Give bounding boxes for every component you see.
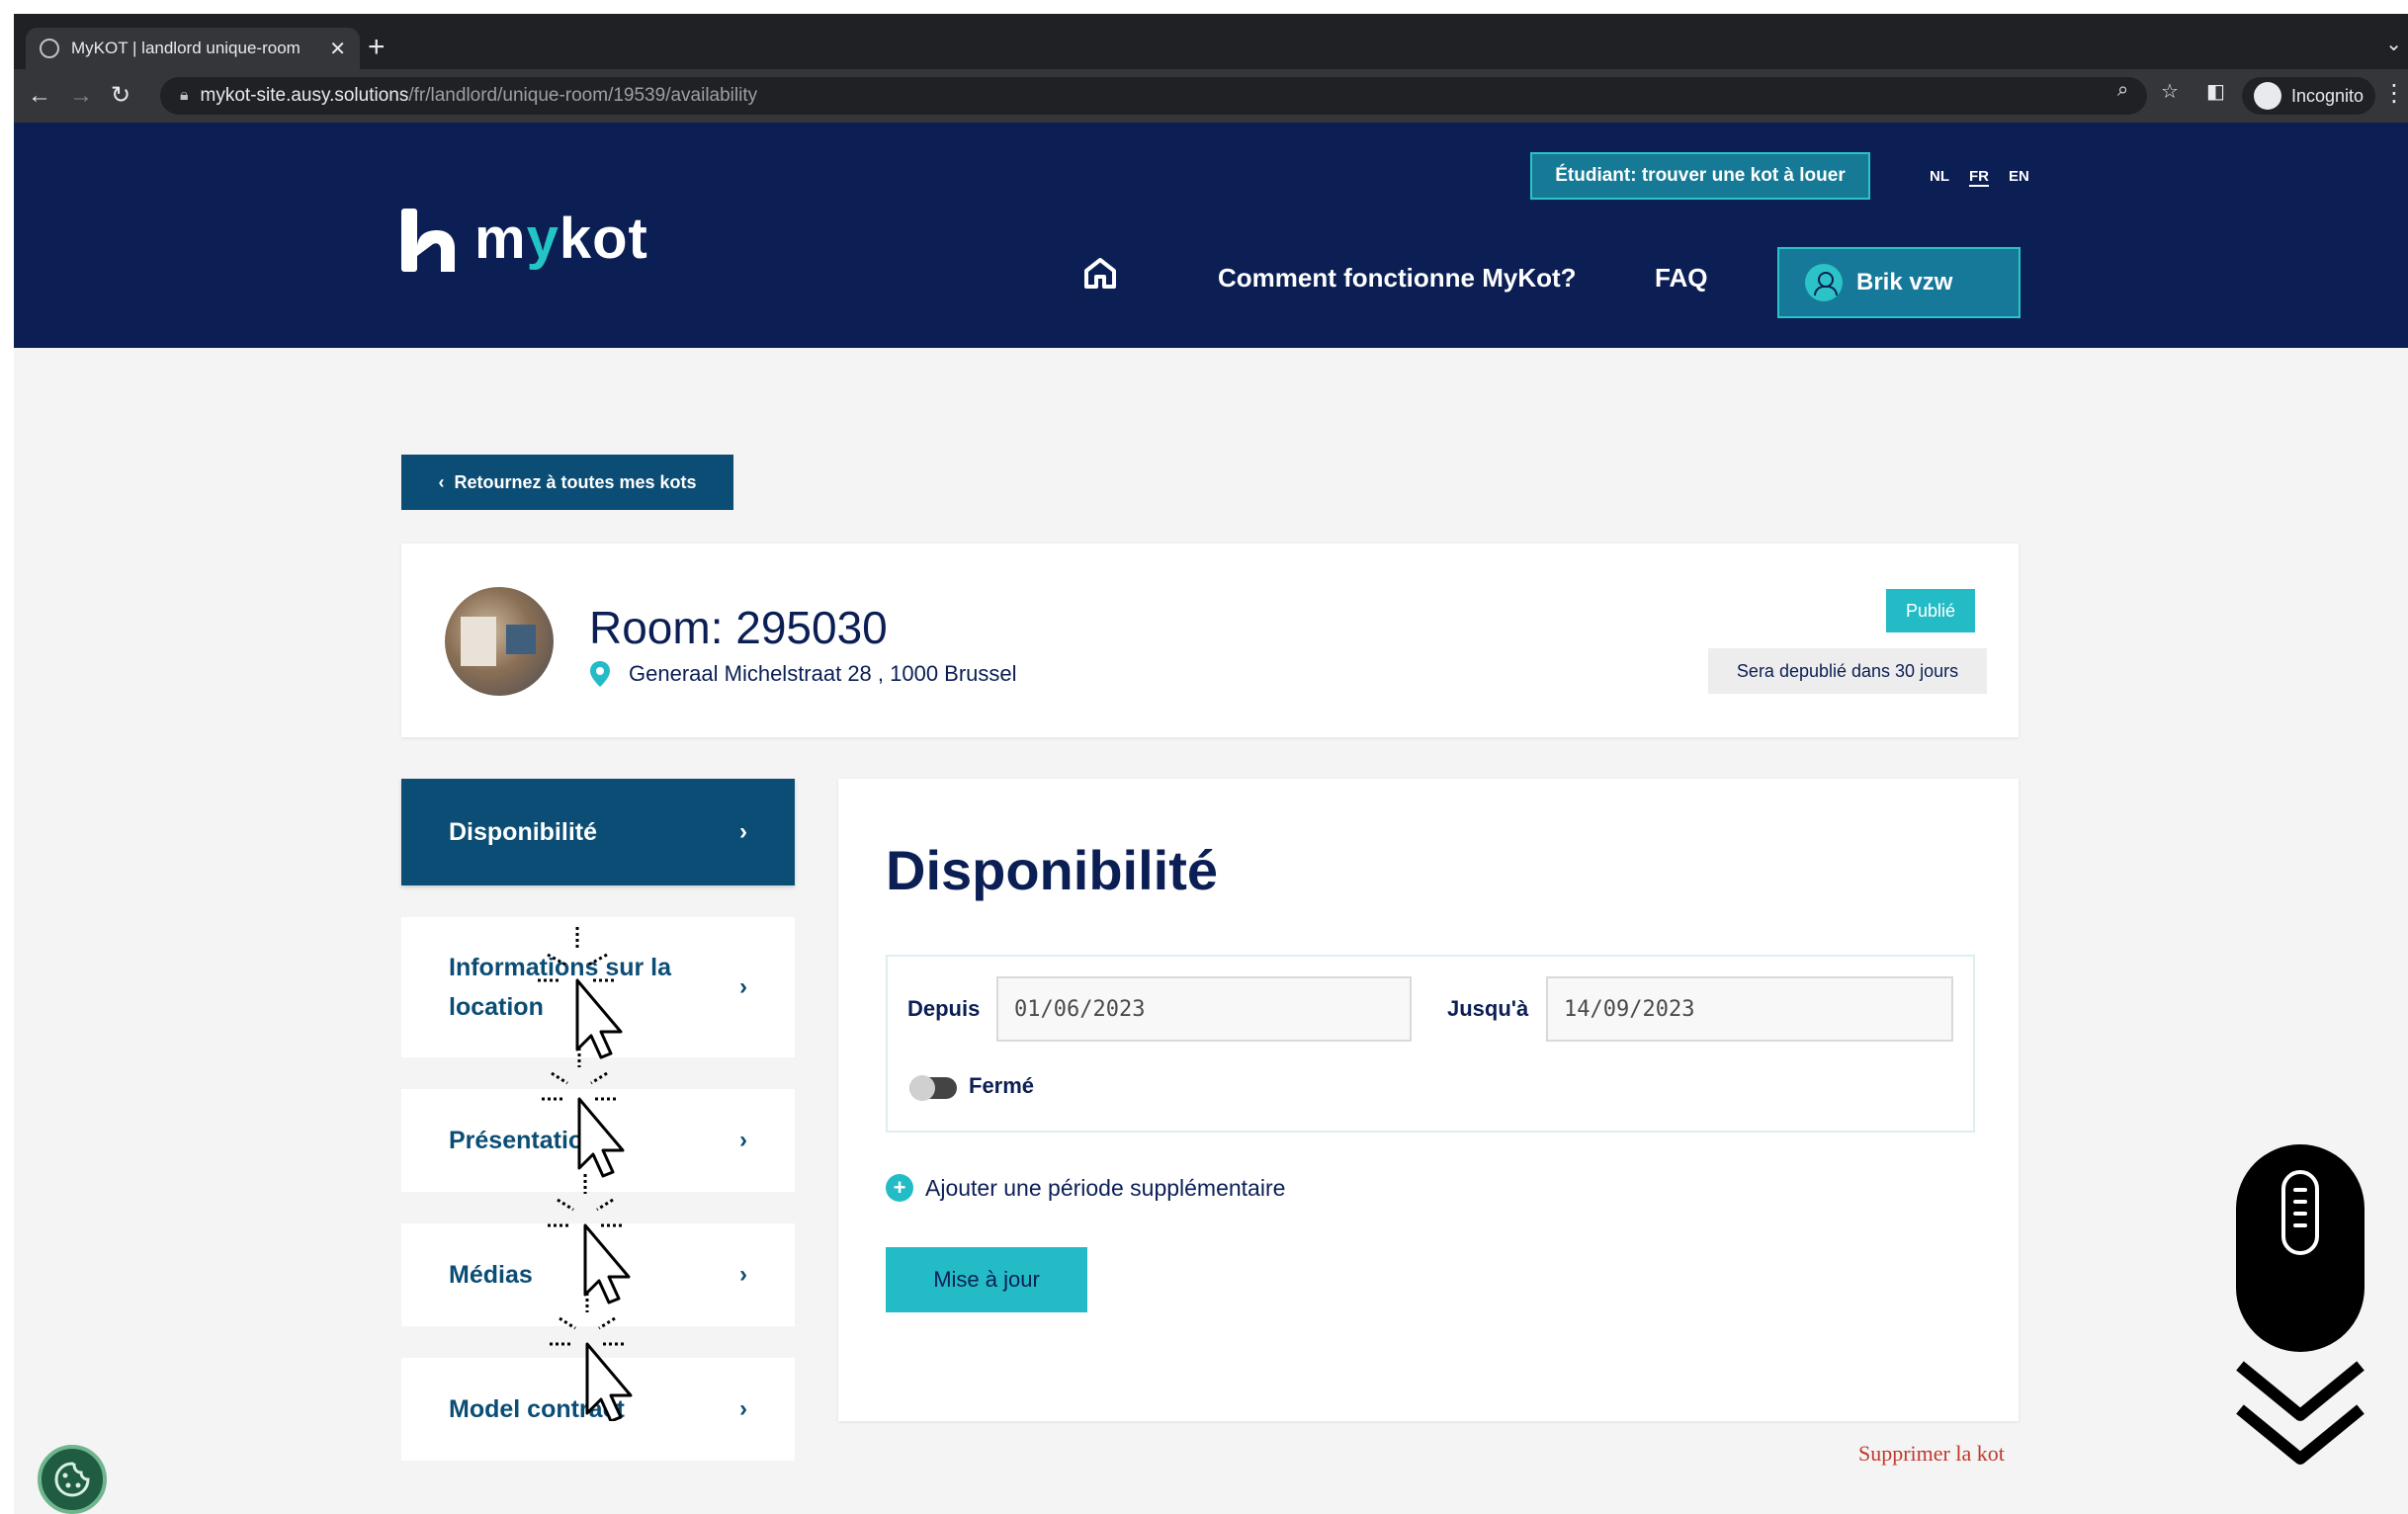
back-arrow-icon[interactable]: ← (28, 81, 51, 111)
room-summary-card: Room: 295030 Generaal Michelstraat 28 , … (401, 544, 2019, 737)
chevron-right-icon: › (739, 1261, 747, 1288)
globe-icon (40, 39, 59, 58)
click-cursor-overlay (538, 927, 633, 1421)
chevron-right-icon: › (739, 1395, 747, 1422)
lang-fr[interactable]: FR (1969, 168, 1989, 187)
browser-tab[interactable]: MyKOT | landlord unique-room ✕ (26, 28, 360, 69)
new-tab-button[interactable]: + (368, 28, 386, 67)
location-pin-icon (590, 661, 610, 687)
chevron-left-icon: ‹ (438, 471, 445, 492)
tab-bar: MyKOT | landlord unique-room ✕ + ⌄ (14, 14, 2408, 69)
back-to-kots-button[interactable]: ‹ Retournez à toutes mes kots (401, 455, 733, 510)
sidebar-item-availability[interactable]: Disponibilité › (401, 779, 795, 885)
close-tab-icon[interactable]: ✕ (329, 37, 346, 61)
language-switcher: NL FR EN (1930, 168, 2029, 187)
url-path: /fr/landlord/unique-room/19539/availabil… (408, 85, 758, 106)
status-badge: Publié (1886, 589, 1975, 632)
how-it-works-link[interactable]: Comment fonctionne MyKot? (1218, 263, 1577, 294)
home-icon[interactable] (1083, 257, 1117, 294)
mouse-wheel-icon (2281, 1170, 2319, 1255)
closed-toggle[interactable] (909, 1075, 957, 1101)
address-bar-row: ← → ↻ 🔒︎ mykot-site.ausy.solutions /fr/l… (14, 69, 2408, 123)
unpublish-note: Sera depublié dans 30 jours (1708, 648, 1987, 694)
browser-window: MyKOT | landlord unique-room ✕ + ⌄ ← → ↻… (14, 14, 2408, 1514)
browser-menu-icon[interactable]: ⋮ (2382, 79, 2406, 108)
tab-title: MyKOT | landlord unique-room (71, 39, 301, 57)
forward-arrow-icon[interactable]: → (69, 81, 93, 111)
incognito-badge[interactable]: Incognito (2242, 77, 2376, 115)
back-to-kots-label: Retournez à toutes mes kots (454, 471, 697, 492)
add-period-link[interactable]: + Ajouter une période supplémentaire (886, 1174, 1285, 1202)
logo-wordmark: mykot (474, 207, 648, 271)
faq-link[interactable]: FAQ (1655, 263, 1707, 294)
scroll-down-chevron-icon (2236, 1361, 2365, 1465)
url-host: mykot-site.ausy.solutions (200, 85, 409, 106)
incognito-icon (2254, 82, 2281, 110)
user-account-button[interactable]: Brik vzw (1777, 247, 2021, 318)
room-photo (445, 587, 554, 696)
closed-label: Fermé (969, 1073, 1035, 1098)
mykot-logo[interactable]: mykot (401, 206, 648, 272)
chevron-right-icon: › (739, 818, 747, 845)
incognito-label: Incognito (2291, 85, 2365, 106)
sidebar-item-label: Disponibilité (449, 818, 597, 846)
cookie-icon (54, 1462, 90, 1497)
chevron-right-icon: › (739, 1127, 747, 1153)
tab-search-chevron-icon[interactable]: ⌄ (2385, 32, 2402, 56)
scroll-mouse-icon (2236, 1144, 2365, 1352)
room-address: Generaal Michelstraat 28 , 1000 Brussel (589, 660, 1017, 688)
cookie-settings-button[interactable] (38, 1445, 107, 1514)
delete-kot-link[interactable]: Supprimer la kot (1858, 1441, 2005, 1467)
url-field[interactable]: 🔒︎ mykot-site.ausy.solutions /fr/landlor… (160, 77, 2147, 115)
lang-nl[interactable]: NL (1930, 168, 1949, 187)
room-address-text: Generaal Michelstraat 28 , 1000 Brussel (629, 661, 1017, 686)
page-title: Disponibilité (886, 839, 1218, 901)
update-button[interactable]: Mise à jour (886, 1247, 1087, 1312)
from-label: Depuis (907, 996, 981, 1021)
add-period-label: Ajouter une période supplémentaire (925, 1174, 1286, 1201)
to-date-field[interactable]: 14/09/2023 (1546, 976, 1953, 1042)
period-block: Depuis 01/06/2023 Jusqu'à 14/09/2023 Fer… (886, 955, 1975, 1133)
user-name: Brik vzw (1856, 269, 1953, 295)
find-kot-button[interactable]: Étudiant: trouver une kot à louer (1530, 152, 1870, 200)
to-label: Jusqu'à (1447, 996, 1529, 1021)
plus-circle-icon: + (886, 1174, 913, 1202)
bookmark-star-icon[interactable]: ☆ (2161, 79, 2179, 104)
room-title: Room: 295030 (589, 602, 888, 653)
site-header: mykot Étudiant: trouver une kot à louer … (14, 123, 2408, 348)
side-panel-icon[interactable]: ◧ (2206, 79, 2225, 104)
zoom-icon[interactable]: ⌕ (2117, 79, 2128, 102)
availability-panel: Disponibilité Depuis 01/06/2023 Jusqu'à … (838, 779, 2019, 1421)
sidebar-item-label: Médias (449, 1261, 533, 1289)
lang-en[interactable]: EN (2009, 168, 2029, 187)
from-date-field[interactable]: 01/06/2023 (996, 976, 1412, 1042)
reload-icon[interactable]: ↻ (111, 81, 130, 111)
chevron-right-icon: › (739, 973, 747, 1000)
lock-icon: 🔒︎ (180, 87, 189, 104)
logo-k-mark (401, 208, 455, 272)
user-icon (1805, 264, 1843, 301)
